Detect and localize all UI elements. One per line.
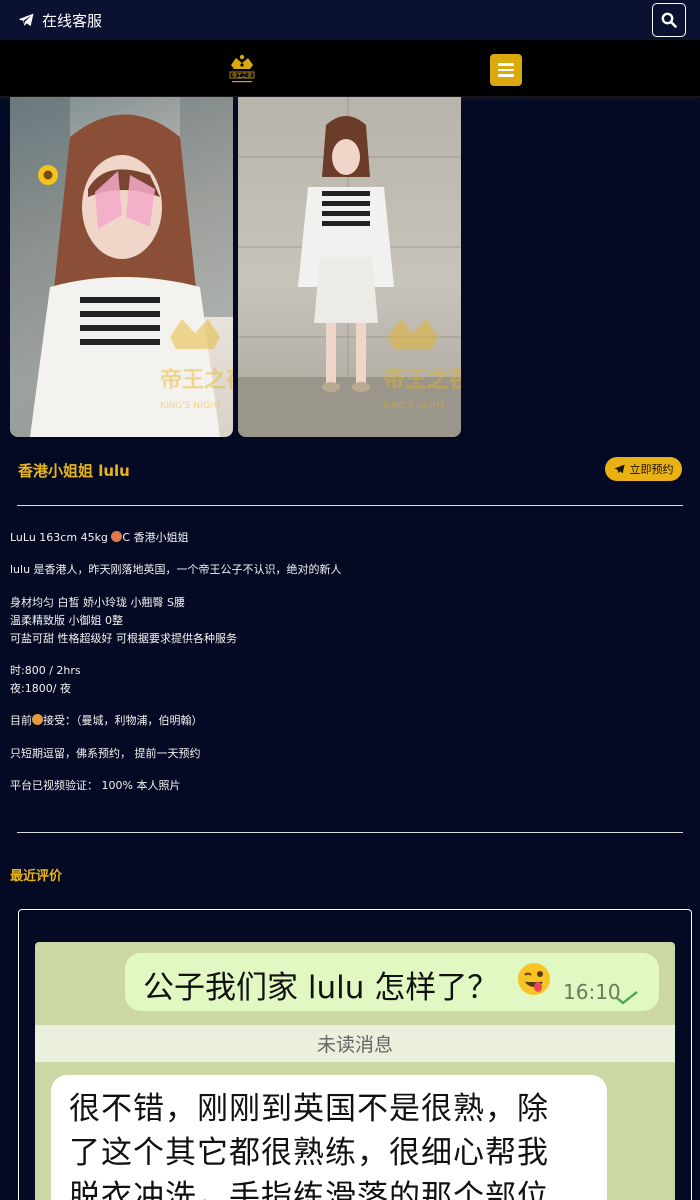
menu-button[interactable] [490, 54, 522, 86]
desc-line-areas: 目前 接受：（曼城，利物浦，伯明翰） [10, 714, 203, 727]
desc-line-1: LuLu 163cm 45kg C 香港小姐姐 [10, 531, 189, 544]
logo-text: 帝王之夜 [232, 72, 252, 79]
outgoing-message: 公子我们家 lulu 怎样了？ 16:10 [125, 953, 659, 1011]
incoming-line-1: 很不错，刚刚到英国不是很熟，除 [69, 1091, 549, 1127]
svg-text:KING'S NIGHT: KING'S NIGHT [160, 401, 222, 411]
unread-divider: 未读消息 [35, 1025, 675, 1062]
book-now-button[interactable]: 立即预约 [605, 457, 682, 481]
top-bar: 在线客服 [0, 0, 700, 40]
message-time: 16:10 [563, 980, 621, 1004]
telegram-icon [613, 464, 625, 474]
review-chat-screenshot[interactable]: 公子我们家 lulu 怎样了？ 16:10 未读消息 很不错，刚刚到英国不是很熟… [35, 942, 675, 1200]
online-service-label[interactable]: 在线客服 [42, 10, 102, 31]
outgoing-message-text: 公子我们家 lulu 怎样了？ [143, 970, 499, 1006]
smile-emoji-icon [32, 714, 43, 725]
desc-line-5: 可盐可甜 性格超级好 可根据要求提供各种服务 [10, 632, 237, 645]
profile-title: 香港小姐姐 lulu [18, 462, 130, 480]
desc-line-4: 温柔精致版 小御姐 0整 [10, 614, 123, 627]
desc-line-price-hour: 时:800 / 2hrs [10, 664, 81, 677]
svg-text:KING'S NIGHT: KING'S NIGHT [383, 401, 445, 411]
telegram-icon [18, 13, 34, 27]
read-check-icon [616, 991, 638, 1005]
incoming-message: 很不错，刚刚到英国不是很熟，除 了这个其它都很熟练，很细心帮我 脱衣冲洗，手指练… [51, 1075, 607, 1200]
online-service-link[interactable]: 在线客服 [18, 10, 102, 30]
svg-text:帝王之夜: 帝王之夜 [160, 367, 233, 393]
incoming-line-2: 了这个其它都很熟练，很细心帮我 [69, 1135, 549, 1171]
desc-line-verified: 平台已视频验证： 100% 本人照片 [10, 779, 181, 792]
search-icon [661, 12, 677, 28]
divider-bottom [17, 832, 683, 833]
photo-1-illustration: 帝王之夜 KING'S NIGHT [10, 97, 233, 437]
crown-logo-icon[interactable]: 帝王之夜 [226, 52, 258, 86]
divider-top [17, 505, 683, 506]
menu-icon [498, 63, 514, 66]
profile-photo-2[interactable]: 帝王之夜 KING'S NIGHT [238, 97, 461, 437]
photo-2-illustration: 帝王之夜 KING'S NIGHT [238, 97, 461, 437]
incoming-line-3: 脱衣冲洗，手指练滑落的那个部位 [69, 1179, 549, 1200]
sunflower-icon [38, 165, 58, 185]
desc-line-2: lulu 是香港人，昨天刚落地英国，一个帝王公子不认识，绝对的新人 [10, 563, 342, 576]
book-now-label[interactable]: 立即预约 [630, 461, 674, 477]
tiger-emoji-icon [111, 531, 123, 542]
desc-line-3: 身材均匀 白皙 娇小玲珑 小翹臀 S腰 [10, 596, 185, 609]
desc-line-price-night: 夜:1800/ 夜 [10, 682, 71, 695]
profile-photo-1[interactable]: 帝王之夜 KING'S NIGHT [10, 97, 233, 437]
svg-text:帝王之夜: 帝王之夜 [383, 367, 461, 393]
reviews-title: 最近评价 [10, 869, 63, 884]
search-button[interactable] [652, 3, 686, 37]
wink-tongue-emoji-icon [518, 963, 550, 995]
desc-line-booking: 只短期逗留，佛系预约， 提前一天预约 [10, 747, 201, 760]
site-header: 帝王之夜 [0, 40, 700, 97]
